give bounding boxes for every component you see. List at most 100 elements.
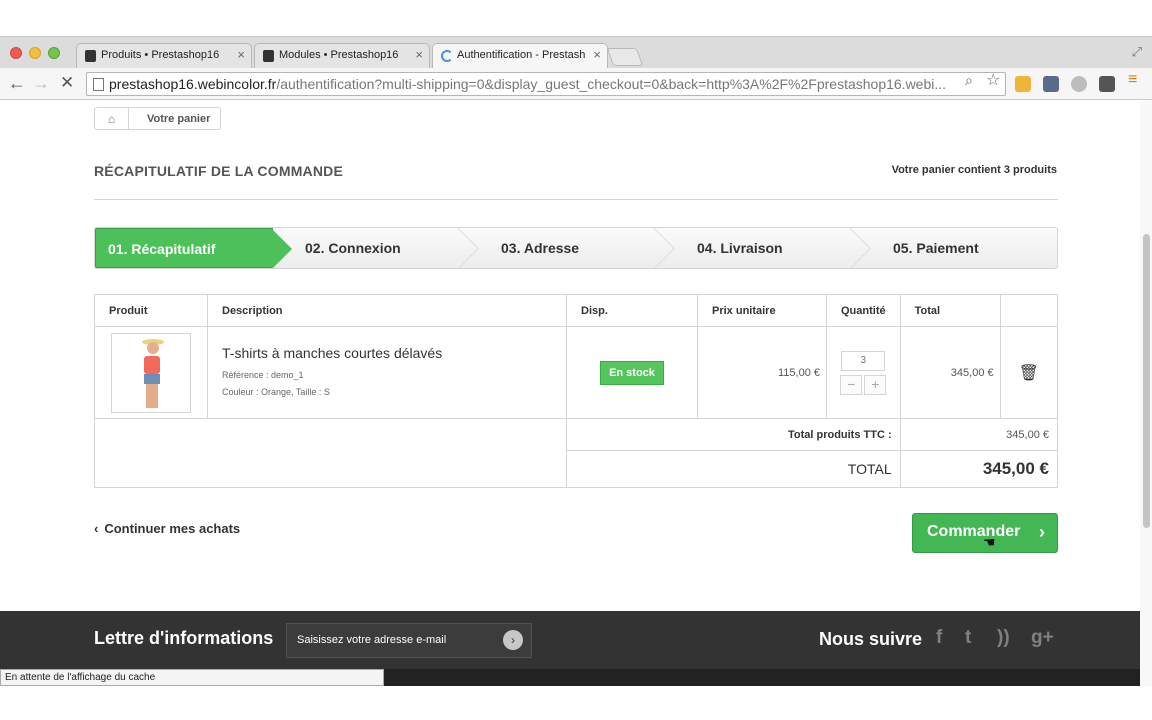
- subtotal-label: Total produits TTC :: [566, 418, 901, 451]
- extension-camera-icon[interactable]: [1043, 76, 1059, 92]
- prestashop-favicon-icon: [263, 50, 274, 62]
- tab-produits[interactable]: Produits • Prestashop16 ×: [76, 43, 252, 69]
- quantity-minus-button[interactable]: −: [840, 374, 863, 395]
- page-title: RÉCAPITULATIF DE LA COMMANDE: [94, 163, 344, 179]
- product-name-link[interactable]: T-shirts à manches courtes délavés: [222, 345, 552, 361]
- tab-title: Modules • Prestashop16: [279, 49, 399, 61]
- mouse-cursor-icon: ☚: [983, 534, 996, 550]
- page-content: ⌂ Votre panier RÉCAPITULATIF DE LA COMMA…: [0, 101, 1152, 720]
- bookmark-star-icon[interactable]: ☆: [986, 70, 1000, 90]
- tab-modules[interactable]: Modules • Prestashop16 ×: [254, 43, 430, 69]
- checkout-steps: 01. Récapitulatif 02. Connexion 03. Adre…: [94, 227, 1058, 269]
- header-disponibilite: Disp.: [566, 294, 698, 327]
- step-label: 04. Livraison: [697, 240, 783, 256]
- twitter-icon[interactable]: t: [965, 627, 971, 649]
- header-prix-unitaire: Prix unitaire: [697, 294, 827, 327]
- page-icon: [93, 78, 104, 91]
- subtotal-row: Total produits TTC : 345,00 €: [94, 418, 1059, 488]
- tab-title: Authentification - Prestash: [457, 49, 586, 61]
- total-label: TOTAL: [566, 450, 901, 488]
- extension-shield-icon[interactable]: [1015, 76, 1031, 92]
- product-reference: Référence : demo_1: [222, 369, 304, 380]
- table-header-row: Produit Description Disp. Prix unitaire …: [94, 294, 1059, 327]
- unit-price: 115,00 €: [697, 326, 827, 419]
- extension-tag-icon[interactable]: [1099, 76, 1115, 92]
- google-plus-icon[interactable]: g+: [1031, 627, 1054, 649]
- empty-cell: [94, 418, 567, 488]
- chevron-left-icon: ‹: [94, 521, 99, 536]
- step-label: 01. Récapitulatif: [108, 241, 216, 257]
- step-paiement[interactable]: 05. Paiement: [861, 228, 1057, 268]
- continue-shopping-link[interactable]: ‹ Continuer mes achats: [94, 521, 240, 536]
- chevron-right-icon: ›: [1039, 522, 1045, 542]
- scrollbar-thumb[interactable]: [1143, 234, 1150, 528]
- window-bottom: [0, 686, 1152, 720]
- newsletter-email-input[interactable]: Saisissez votre adresse e-mail: [286, 623, 532, 658]
- close-window-button[interactable]: [10, 47, 22, 59]
- step-connexion[interactable]: 02. Connexion: [273, 228, 469, 268]
- newsletter-footer: Lettre d'informations Saisissez votre ad…: [0, 611, 1152, 669]
- step-adresse[interactable]: 03. Adresse: [469, 228, 665, 268]
- forward-icon[interactable]: →: [32, 73, 50, 94]
- loading-spinner-icon: [441, 50, 453, 62]
- step-recapitulatif[interactable]: 01. Récapitulatif: [95, 228, 292, 268]
- newsletter-submit-icon[interactable]: ›: [503, 630, 523, 650]
- delete-icon[interactable]: 🗑: [999, 326, 1059, 419]
- breadcrumb-current: Votre panier: [147, 112, 211, 125]
- quantity-plus-button[interactable]: +: [864, 374, 887, 395]
- back-icon[interactable]: ←: [8, 73, 26, 94]
- search-icon[interactable]: ⌕: [965, 72, 973, 89]
- new-tab-button[interactable]: [606, 48, 644, 66]
- fullscreen-icon[interactable]: ⤢: [1132, 44, 1142, 60]
- cart-table: Produit Description Disp. Prix unitaire …: [94, 294, 1059, 488]
- scrollbar[interactable]: [1140, 101, 1152, 686]
- tab-title: Produits • Prestashop16: [101, 49, 220, 61]
- close-tab-icon[interactable]: ×: [237, 47, 245, 62]
- product-attributes: Couleur : Orange, Taille : S: [222, 386, 330, 397]
- tab-authentification[interactable]: Authentification - Prestash ×: [432, 43, 608, 70]
- tab-strip: Produits • Prestashop16 × Modules • Pres…: [0, 36, 1152, 70]
- browser-toolbar: ← → ✕ prestashop16.webincolor.fr/authent…: [0, 68, 1152, 100]
- rss-icon[interactable]: )): [997, 627, 1010, 649]
- quantity-input[interactable]: 3: [841, 350, 886, 371]
- follow-title: Nous suivre: [819, 629, 923, 649]
- header-produit: Produit: [94, 294, 208, 327]
- prestashop-favicon-icon: [85, 50, 96, 62]
- quantity-cell: 3 − +: [826, 326, 901, 419]
- minimize-window-button[interactable]: [29, 47, 41, 59]
- breadcrumb: ⌂ Votre panier: [94, 107, 222, 130]
- newsletter-title: Lettre d'informations: [94, 628, 274, 648]
- order-label: Commander: [927, 523, 1021, 540]
- header-quantite: Quantité: [826, 294, 901, 327]
- close-tab-icon[interactable]: ×: [593, 47, 601, 62]
- header-actions: [999, 294, 1059, 327]
- product-description-cell: T-shirts à manches courtes délavés Référ…: [207, 326, 567, 419]
- facebook-icon[interactable]: f: [936, 627, 942, 649]
- window-top: [0, 0, 1152, 36]
- total-value: 345,00 €: [899, 450, 1059, 488]
- step-label: 02. Connexion: [305, 240, 401, 256]
- address-bar[interactable]: prestashop16.webincolor.fr/authentificat…: [86, 72, 1006, 96]
- zoom-window-button[interactable]: [48, 47, 60, 59]
- header-description: Description: [207, 294, 567, 327]
- availability-cell: En stock: [566, 326, 698, 419]
- product-thumbnail[interactable]: [111, 332, 191, 413]
- url-host: prestashop16.webincolor.fr: [109, 76, 277, 92]
- status-bar: En attente de l'affichage du cache: [0, 669, 384, 686]
- url-path: /authentification?multi-shipping=0&displ…: [276, 76, 947, 92]
- extension-lightbulb-icon[interactable]: [1071, 76, 1087, 92]
- menu-icon[interactable]: ≡: [1128, 71, 1137, 89]
- stop-loading-icon[interactable]: ✕: [60, 73, 74, 93]
- cart-count: Votre panier contient 3 produits: [891, 164, 1057, 176]
- header-total: Total: [899, 294, 1001, 327]
- close-tab-icon[interactable]: ×: [415, 47, 423, 62]
- home-icon[interactable]: ⌂: [95, 108, 129, 129]
- line-total: 345,00 €: [899, 326, 1001, 419]
- subtotal-value: 345,00 €: [899, 418, 1059, 451]
- step-label: 03. Adresse: [501, 240, 580, 256]
- continue-label: Continuer mes achats: [104, 521, 241, 536]
- step-livraison[interactable]: 04. Livraison: [665, 228, 861, 268]
- table-row: T-shirts à manches courtes délavés Référ…: [94, 326, 1059, 419]
- product-image-cell: [94, 326, 208, 419]
- stock-badge: En stock: [600, 360, 664, 385]
